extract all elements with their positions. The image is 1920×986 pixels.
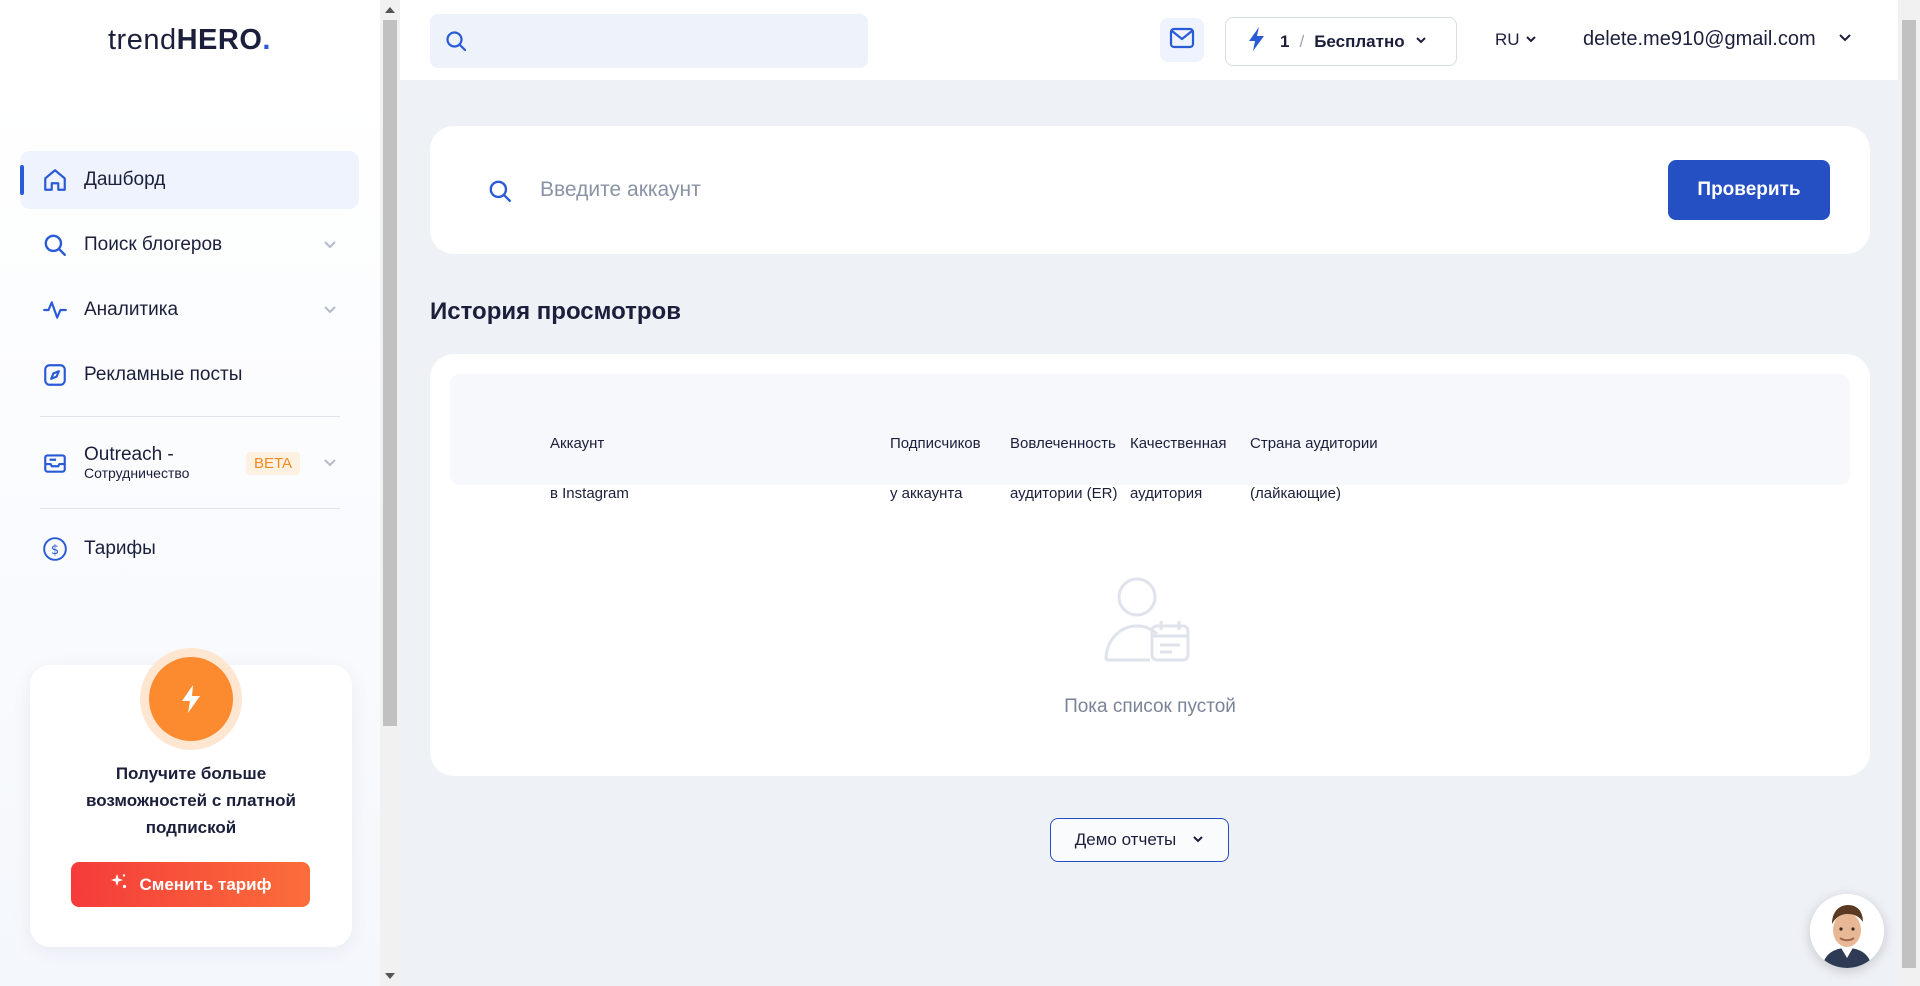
column-header-engagement[interactable]: Вовлеченность аудитории (ER) (1010, 406, 1117, 531)
compass-icon (42, 362, 68, 388)
sidebar-item-dashboard[interactable]: Дашборд (20, 151, 359, 209)
account-search-card: Проверить (430, 126, 1870, 254)
chevron-down-icon (1415, 33, 1427, 51)
chevron-down-icon (1525, 30, 1537, 50)
top-bar: 1 / Бесплатно RU delete.me910@gmail.com (400, 0, 1898, 80)
promo-text: Получите больше возможностей с платной п… (86, 764, 296, 837)
column-header-line: Аккаунт (550, 435, 605, 452)
sidebar-item-label: Поиск блогеров (84, 234, 223, 255)
sidebar-item-sublabel: Сотрудничество (84, 465, 190, 481)
empty-list-text: Пока список пустой (1064, 696, 1236, 717)
scroll-down-arrow-icon[interactable] (385, 973, 395, 979)
sidebar-item-label: Дашборд (84, 169, 166, 190)
column-header-line: Подписчиков (890, 435, 981, 452)
page-scrollbar[interactable] (1898, 0, 1920, 986)
sidebar-item-outreach[interactable]: Outreach - Сотрудничество BETA (20, 434, 359, 492)
column-header-audience-country[interactable]: Страна аудитории (лайкающие) (1250, 406, 1378, 531)
chevron-down-icon (323, 238, 337, 257)
demo-reports-label: Демо отчеты (1074, 830, 1177, 849)
sidebar-item-blogger-search[interactable]: Поиск блогеров (20, 216, 359, 274)
sidebar-item-analytics[interactable]: Аналитика (20, 281, 359, 339)
support-chat-avatar[interactable] (1810, 894, 1884, 968)
svg-text:$: $ (51, 543, 59, 558)
messages-button[interactable] (1160, 18, 1204, 62)
sidebar-item-label: Тарифы (84, 538, 156, 559)
scrollbar-thumb[interactable] (383, 20, 397, 726)
home-icon (42, 167, 68, 193)
search-icon (487, 178, 513, 209)
chevron-down-icon (1838, 28, 1852, 51)
sidebar-item-label: Рекламные посты (84, 364, 243, 385)
lightning-icon (1248, 27, 1266, 56)
change-plan-button[interactable]: Сменить тариф (71, 862, 310, 907)
check-button[interactable]: Проверить (1668, 160, 1830, 220)
beta-badge: BETA (246, 452, 301, 475)
chevron-down-icon (1192, 830, 1204, 850)
language-selector[interactable]: RU (1495, 30, 1537, 50)
sidebar-item-ad-posts[interactable]: Рекламные посты (20, 346, 359, 404)
history-card: Аккаунт в Instagram Подписчиков у аккаун… (430, 354, 1870, 776)
outreach-label-group: Outreach - Сотрудничество (84, 444, 190, 482)
inbox-icon (42, 450, 68, 476)
column-header-line: Качественная (1130, 435, 1227, 452)
history-title: История просмотров (430, 298, 681, 325)
column-header-line: Вовлеченность (1010, 435, 1116, 452)
scroll-up-arrow-icon[interactable] (385, 7, 395, 13)
sidebar-item-pricing[interactable]: $ Тарифы (20, 520, 359, 578)
activity-icon (42, 297, 68, 323)
search-icon (42, 232, 68, 258)
column-header-followers[interactable]: Подписчиков у аккаунта (890, 406, 981, 531)
column-header-line: (лайкающие) (1250, 485, 1342, 502)
upgrade-promo-card: Получите больше возможностей с платной п… (30, 648, 352, 947)
column-header-account[interactable]: Аккаунт в Instagram (550, 406, 629, 531)
account-search-input[interactable] (540, 166, 1540, 214)
sidebar: trendHERO. Дашборд Поиск блогеров Аналит… (0, 0, 380, 986)
sidebar-divider (40, 416, 340, 417)
mail-icon (1169, 27, 1195, 54)
chevron-down-icon (323, 303, 337, 322)
sidebar-item-label: Outreach - (84, 444, 174, 465)
lightning-icon (149, 657, 233, 741)
plan-name: Бесплатно (1314, 31, 1405, 51)
sidebar-divider (40, 508, 340, 509)
column-header-line: аудитория (1130, 485, 1203, 502)
user-menu[interactable]: delete.me910@gmail.com (1583, 28, 1852, 51)
column-header-line: в Instagram (550, 485, 629, 502)
column-header-line: у аккаунта (890, 485, 963, 502)
table-header: Аккаунт в Instagram Подписчиков у аккаун… (450, 374, 1850, 502)
column-header-line: Страна аудитории (1250, 435, 1378, 452)
sidebar-scrollbar[interactable] (380, 0, 400, 986)
empty-list-icon (1102, 574, 1198, 675)
user-email: delete.me910@gmail.com (1583, 28, 1816, 50)
plan-credits-count: 1 (1280, 31, 1290, 51)
plan-dropdown[interactable]: 1 / Бесплатно (1225, 17, 1457, 66)
search-icon (444, 29, 468, 58)
global-search-input[interactable] (480, 22, 850, 60)
language-label: RU (1495, 30, 1520, 49)
chevron-down-icon (323, 456, 337, 475)
change-plan-label: Сменить тариф (139, 874, 272, 894)
scrollbar-thumb[interactable] (1902, 20, 1916, 968)
logo[interactable]: trendHERO. (108, 24, 271, 57)
column-header-quality-audience[interactable]: Качественная аудитория (1130, 406, 1226, 531)
plan-separator: / (1299, 31, 1305, 51)
global-search[interactable] (430, 14, 868, 68)
column-header-line: аудитории (ER) (1010, 485, 1118, 502)
sparkle-icon (109, 872, 129, 897)
dollar-circle-icon: $ (42, 536, 68, 562)
demo-reports-button[interactable]: Демо отчеты (1050, 818, 1229, 862)
sidebar-item-label: Аналитика (84, 299, 179, 320)
